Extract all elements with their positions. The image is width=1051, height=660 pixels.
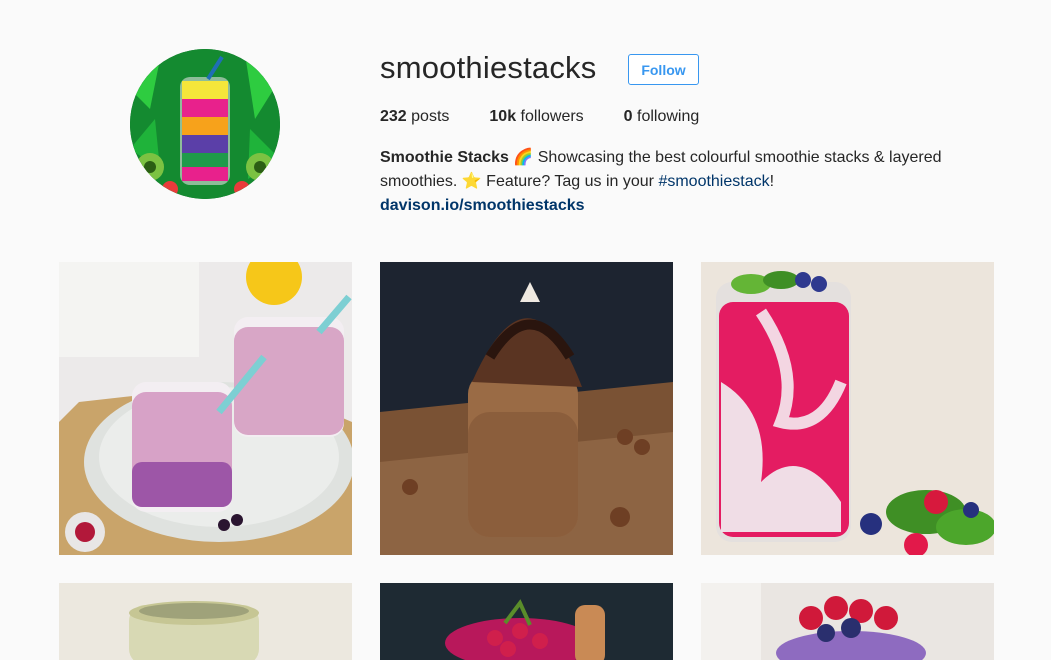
post-tile[interactable]: [701, 583, 994, 660]
followers-stat[interactable]: 10k followers: [489, 107, 583, 127]
post-tile[interactable]: [59, 583, 352, 660]
posts-stat: 232 posts: [380, 107, 449, 127]
post-image: [380, 262, 673, 555]
bio-text-2: Feature? Tag us in your: [481, 173, 659, 190]
rainbow-emoji-icon: 🌈: [513, 149, 534, 166]
post-image: [59, 262, 352, 555]
post-tile[interactable]: [380, 583, 673, 660]
follow-button[interactable]: Follow: [628, 54, 699, 85]
profile-stats: 232 posts 10k followers 0 following: [380, 107, 739, 127]
profile-website-link[interactable]: davison.io/smoothiestacks: [380, 194, 585, 218]
post-image: [380, 583, 673, 660]
post-image: [59, 583, 352, 660]
posts-label: posts: [406, 108, 450, 125]
following-count: 0: [623, 108, 633, 125]
post-tile[interactable]: [701, 262, 994, 555]
bio-text-3: !: [769, 173, 775, 190]
hashtag-link[interactable]: #smoothiestack: [658, 173, 769, 190]
post-tile[interactable]: [380, 262, 673, 555]
profile-full-name: Smoothie Stacks: [380, 149, 509, 166]
post-tile[interactable]: [59, 262, 352, 555]
following-stat[interactable]: 0 following: [624, 107, 700, 127]
star-emoji-icon: ⭐: [461, 173, 482, 190]
following-label: following: [632, 108, 700, 125]
profile-avatar[interactable]: [130, 49, 280, 199]
followers-count: 10k: [489, 108, 517, 125]
profile-username: smoothiestacks: [380, 50, 597, 85]
avatar-image: [130, 49, 280, 199]
post-image: [701, 583, 994, 660]
followers-label: followers: [516, 108, 584, 125]
post-image: [701, 262, 994, 555]
profile-bio: Smoothie Stacks 🌈 Showcasing the best co…: [380, 146, 1000, 194]
posts-count: 232: [380, 108, 407, 125]
